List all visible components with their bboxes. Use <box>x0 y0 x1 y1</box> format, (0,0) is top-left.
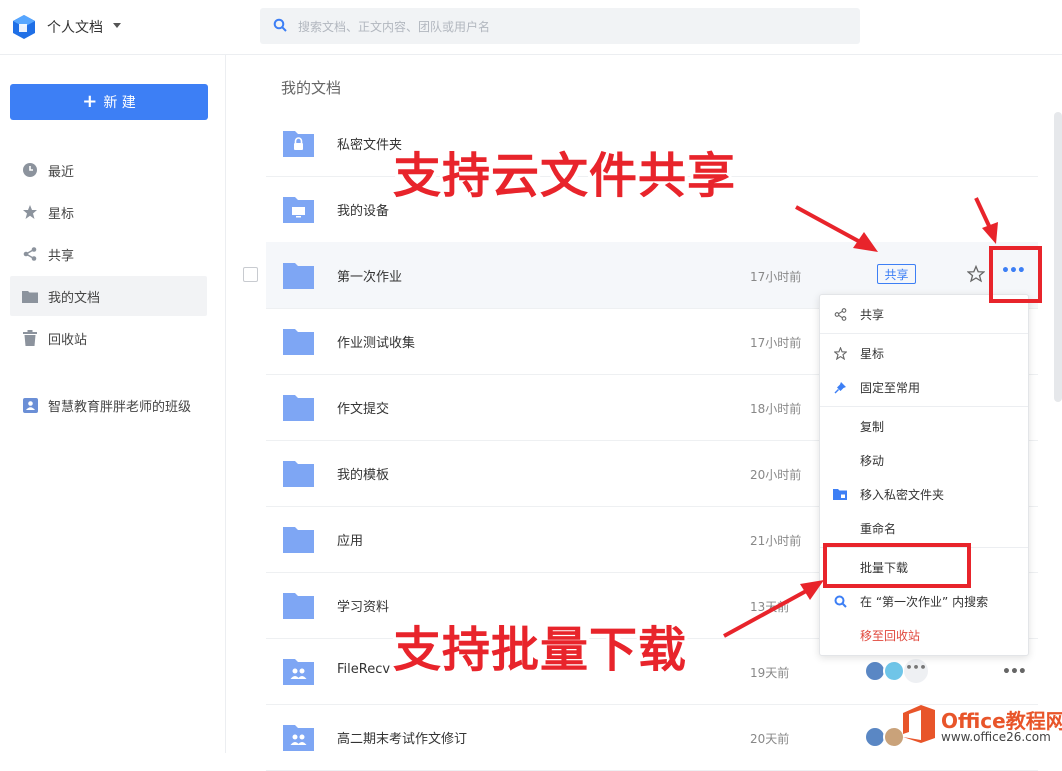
sidebar-item-starred[interactable]: 星标 <box>10 192 207 232</box>
sidebar-item-label: 我的文档 <box>48 290 101 306</box>
menu-item-label: 移至回收站 <box>860 629 921 643</box>
item-time: 20小时前 <box>750 468 802 482</box>
folder-icon <box>283 461 314 487</box>
avatar <box>883 660 905 682</box>
item-name: 我的模板 <box>337 468 390 483</box>
menu-item-label: 移入私密文件夹 <box>860 488 945 502</box>
lock-folder-icon <box>283 131 314 157</box>
item-time: 17小时前 <box>750 270 802 284</box>
item-time: 17小时前 <box>750 336 802 350</box>
sidebar-item-label: 回收站 <box>48 332 88 348</box>
workspace-title[interactable]: 个人文档 <box>47 17 103 37</box>
menu-item-share[interactable]: 共享 <box>820 299 1028 329</box>
menu-divider <box>820 406 1028 407</box>
sidebar-item-label: 最近 <box>48 164 75 180</box>
item-name: 作业测试收集 <box>337 336 416 351</box>
annotation-download-callout: 支持批量下载 <box>393 622 688 678</box>
more-members-icon[interactable]: ••• <box>904 659 928 683</box>
chevron-down-icon[interactable] <box>113 23 121 28</box>
top-bar: 个人文档 搜索文档、正文内容、团队或用户名 <box>0 0 1062 55</box>
row-checkbox[interactable] <box>243 267 258 282</box>
item-time: 20天前 <box>750 732 790 746</box>
sidebar-item-label: 智慧教育胖胖老师的班级 <box>48 399 192 415</box>
menu-item-search-in-folder[interactable]: 在 “第一次作业” 内搜索 <box>820 586 1028 616</box>
search-icon <box>273 18 287 32</box>
star-icon <box>22 204 38 220</box>
device-folder-icon <box>283 197 314 223</box>
folder-icon <box>22 288 38 304</box>
new-button-label: 新 建 <box>103 95 136 111</box>
watermark: Office教程网 www.office26.com <box>897 703 1062 751</box>
item-time: 18小时前 <box>750 402 802 416</box>
menu-item-move[interactable]: 移动 <box>820 445 1028 475</box>
sidebar: + 新 建 最近 星标 共享 我的文档 回收站 智慧教育胖胖老师的班级 <box>0 55 226 753</box>
menu-item-move-private[interactable]: 移入私密文件夹 <box>820 479 1028 509</box>
item-time: 13天前 <box>750 600 790 614</box>
sidebar-item-recent[interactable]: 最近 <box>10 150 207 190</box>
sidebar-item-shared[interactable]: 共享 <box>10 234 207 274</box>
item-name: 学习资料 <box>337 600 390 615</box>
sidebar-item-team[interactable]: 智慧教育胖胖老师的班级 <box>10 385 207 425</box>
sidebar-item-trash[interactable]: 回收站 <box>10 318 207 358</box>
annotation-share-callout: 支持云文件共享 <box>393 148 737 204</box>
menu-item-star[interactable]: 星标 <box>820 338 1028 368</box>
menu-item-label: 复制 <box>860 420 885 434</box>
star-icon <box>833 346 847 360</box>
menu-item-label: 移动 <box>860 454 885 468</box>
annotation-box-more-button <box>989 246 1042 303</box>
lock-folder-icon <box>833 487 847 501</box>
plus-icon: + <box>82 91 98 112</box>
trash-icon <box>22 330 38 346</box>
menu-item-pin[interactable]: 固定至常用 <box>820 372 1028 402</box>
item-name: 作文提交 <box>337 402 390 417</box>
shared-badge: 共享 <box>877 264 916 284</box>
app-logo-icon[interactable] <box>12 14 36 40</box>
office-logo-icon <box>903 705 935 743</box>
folder-icon <box>283 263 314 289</box>
menu-item-move-to-trash[interactable]: 移至回收站 <box>820 620 1028 650</box>
share-icon <box>22 246 38 262</box>
menu-item-label: 固定至常用 <box>860 381 921 395</box>
menu-item-rename[interactable]: 重命名 <box>820 513 1028 543</box>
menu-item-label: 星标 <box>860 347 885 361</box>
item-time: 19天前 <box>750 666 790 680</box>
search-placeholder: 搜索文档、正文内容、团队或用户名 <box>298 20 491 34</box>
item-name: 应用 <box>337 534 364 549</box>
context-menu: 共享 星标 固定至常用 复制 移动 移入私密文件夹 重命名 批量下载 在 “第一… <box>819 294 1029 656</box>
menu-item-label: 在 “第一次作业” 内搜索 <box>860 595 989 609</box>
folder-icon <box>283 527 314 553</box>
watermark-url: www.office26.com <box>941 730 1051 744</box>
team-folder-icon <box>283 659 314 685</box>
menu-divider <box>820 333 1028 334</box>
menu-item-label: 共享 <box>860 308 885 322</box>
folder-icon <box>283 593 314 619</box>
more-actions-button[interactable]: ••• <box>1002 664 1027 680</box>
sidebar-item-label: 共享 <box>48 248 75 264</box>
search-icon <box>833 594 847 608</box>
folder-icon <box>283 329 314 355</box>
clock-icon <box>22 162 38 178</box>
scrollbar[interactable] <box>1054 112 1062 402</box>
team-folder-icon <box>283 725 314 751</box>
item-name: 我的设备 <box>337 204 390 219</box>
menu-item-copy[interactable]: 复制 <box>820 411 1028 441</box>
star-icon[interactable] <box>967 265 985 283</box>
menu-item-label: 重命名 <box>860 522 897 536</box>
item-time: 21小时前 <box>750 534 802 548</box>
search-input[interactable]: 搜索文档、正文内容、团队或用户名 <box>260 8 860 44</box>
team-icon <box>22 397 38 413</box>
share-icon <box>833 307 847 321</box>
pin-icon <box>833 380 847 394</box>
item-name: FileRecv <box>337 662 391 677</box>
item-name: 高二期末考试作文修订 <box>337 732 468 747</box>
sidebar-item-my-docs[interactable]: 我的文档 <box>10 276 207 316</box>
item-name: 第一次作业 <box>337 270 403 285</box>
new-button[interactable]: + 新 建 <box>10 84 208 120</box>
breadcrumb: 我的文档 <box>281 79 342 97</box>
folder-icon <box>283 395 314 421</box>
annotation-box-batch-download <box>823 543 971 588</box>
sidebar-item-label: 星标 <box>48 206 75 222</box>
